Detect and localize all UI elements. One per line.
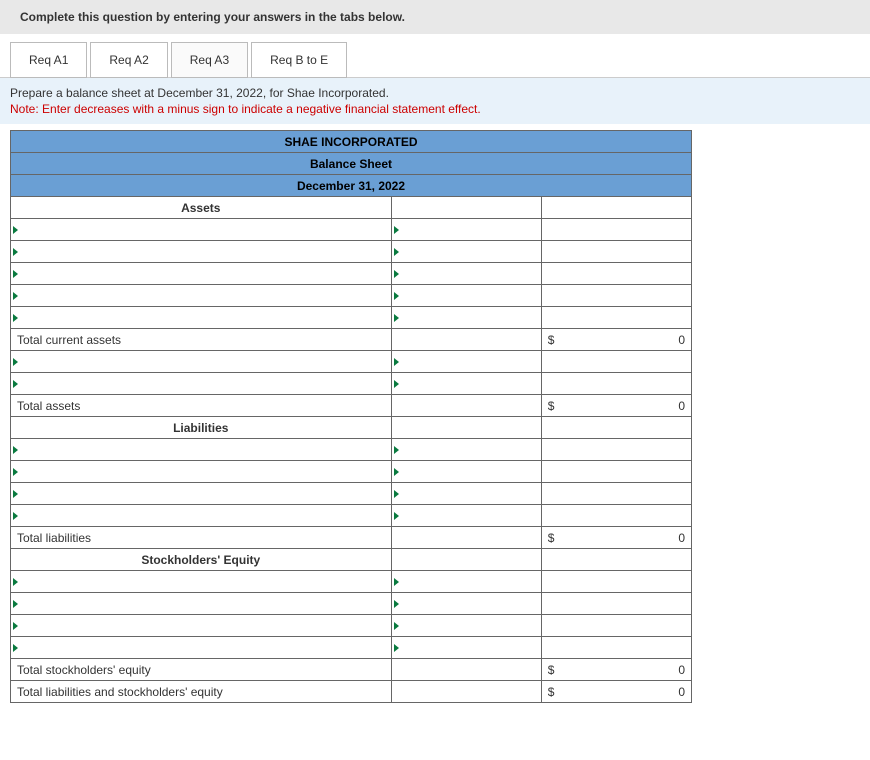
prepare-note: Note: Enter decreases with a minus sign …: [10, 102, 860, 116]
asset-amount-input[interactable]: [391, 285, 541, 307]
equity-line-dropdown[interactable]: [11, 593, 392, 615]
liability-line-dropdown[interactable]: [11, 439, 392, 461]
equity-line-dropdown[interactable]: [11, 637, 392, 659]
total-liab-equity-value: $0: [541, 681, 691, 703]
currency-symbol: $: [548, 685, 555, 699]
total-assets-value: $0: [541, 395, 691, 417]
amount: 0: [678, 531, 685, 545]
total-current-assets-label: Total current assets: [11, 329, 392, 351]
cell-blank: [541, 505, 691, 527]
amount: 0: [678, 663, 685, 677]
asset-line-dropdown[interactable]: [11, 351, 392, 373]
cell-blank: [391, 527, 541, 549]
currency-symbol: $: [548, 531, 555, 545]
equity-amount-input[interactable]: [391, 615, 541, 637]
asset-line-dropdown[interactable]: [11, 285, 392, 307]
asset-line-dropdown[interactable]: [11, 263, 392, 285]
sheet-title: Balance Sheet: [11, 153, 692, 175]
asset-line-dropdown[interactable]: [11, 219, 392, 241]
cell-blank: [541, 285, 691, 307]
amount: 0: [678, 399, 685, 413]
instruction-banner: Complete this question by entering your …: [0, 0, 870, 34]
cell-blank: [541, 615, 691, 637]
cell-blank: [391, 417, 541, 439]
section-assets: Assets: [11, 197, 392, 219]
tab-label: Req A3: [190, 53, 229, 67]
section-liabilities: Liabilities: [11, 417, 392, 439]
total-assets-label: Total assets: [11, 395, 392, 417]
liability-line-dropdown[interactable]: [11, 461, 392, 483]
asset-amount-input[interactable]: [391, 241, 541, 263]
cell-blank: [541, 197, 691, 219]
asset-line-dropdown[interactable]: [11, 373, 392, 395]
total-liabilities-value: $0: [541, 527, 691, 549]
amount: 0: [678, 685, 685, 699]
instruction-text: Complete this question by entering your …: [20, 10, 405, 24]
currency-symbol: $: [548, 399, 555, 413]
cell-blank: [391, 681, 541, 703]
asset-amount-input[interactable]: [391, 373, 541, 395]
cell-blank: [541, 483, 691, 505]
tab-req-a1[interactable]: Req A1: [10, 42, 87, 78]
equity-amount-input[interactable]: [391, 571, 541, 593]
cell-blank: [541, 461, 691, 483]
asset-amount-input[interactable]: [391, 351, 541, 373]
prepare-text: Prepare a balance sheet at December 31, …: [10, 86, 860, 100]
section-equity: Stockholders' Equity: [11, 549, 392, 571]
amount: 0: [678, 333, 685, 347]
tab-label: Req A2: [109, 53, 148, 67]
cell-blank: [541, 593, 691, 615]
cell-blank: [541, 241, 691, 263]
cell-blank: [541, 263, 691, 285]
cell-blank: [541, 571, 691, 593]
liability-line-dropdown[interactable]: [11, 483, 392, 505]
tab-req-a2[interactable]: Req A2: [90, 42, 167, 78]
total-liabilities-label: Total liabilities: [11, 527, 392, 549]
company-name: SHAE INCORPORATED: [11, 131, 692, 153]
tab-req-a3[interactable]: Req A3: [171, 42, 248, 78]
cell-blank: [541, 373, 691, 395]
currency-symbol: $: [548, 663, 555, 677]
cell-blank: [541, 351, 691, 373]
total-liab-equity-label: Total liabilities and stockholders' equi…: [11, 681, 392, 703]
sheet-date: December 31, 2022: [11, 175, 692, 197]
cell-blank: [391, 659, 541, 681]
tab-label: Req A1: [29, 53, 68, 67]
liability-line-dropdown[interactable]: [11, 505, 392, 527]
liability-amount-input[interactable]: [391, 505, 541, 527]
currency-symbol: $: [548, 333, 555, 347]
cell-blank: [541, 307, 691, 329]
liability-amount-input[interactable]: [391, 461, 541, 483]
tab-label: Req B to E: [270, 53, 328, 67]
equity-amount-input[interactable]: [391, 637, 541, 659]
asset-amount-input[interactable]: [391, 307, 541, 329]
cell-blank: [541, 549, 691, 571]
balance-sheet-table: SHAE INCORPORATED Balance Sheet December…: [10, 130, 692, 703]
asset-amount-input[interactable]: [391, 263, 541, 285]
asset-line-dropdown[interactable]: [11, 241, 392, 263]
cell-blank: [391, 329, 541, 351]
tab-req-b-to-e[interactable]: Req B to E: [251, 42, 347, 78]
equity-line-dropdown[interactable]: [11, 571, 392, 593]
cell-blank: [541, 219, 691, 241]
equity-line-dropdown[interactable]: [11, 615, 392, 637]
cell-blank: [541, 637, 691, 659]
total-current-assets-value: $0: [541, 329, 691, 351]
cell-blank: [391, 549, 541, 571]
asset-line-dropdown[interactable]: [11, 307, 392, 329]
equity-amount-input[interactable]: [391, 593, 541, 615]
asset-amount-input[interactable]: [391, 219, 541, 241]
liability-amount-input[interactable]: [391, 483, 541, 505]
cell-blank: [391, 395, 541, 417]
cell-blank: [541, 439, 691, 461]
liability-amount-input[interactable]: [391, 439, 541, 461]
prepare-block: Prepare a balance sheet at December 31, …: [0, 77, 870, 124]
cell-blank: [391, 197, 541, 219]
cell-blank: [541, 417, 691, 439]
tabs-row: Req A1 Req A2 Req A3 Req B to E: [0, 42, 870, 78]
total-stockholders-equity-value: $0: [541, 659, 691, 681]
total-stockholders-equity-label: Total stockholders' equity: [11, 659, 392, 681]
